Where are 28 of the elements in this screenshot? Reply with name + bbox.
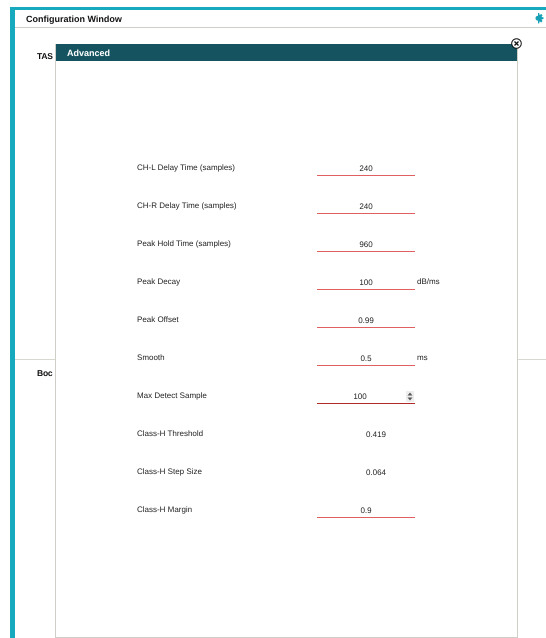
section-title: TAS	[37, 51, 53, 61]
input-field[interactable]: 100	[317, 276, 415, 290]
field-label: Class-H Step Size	[137, 466, 203, 476]
field-label: Peak Offset	[137, 314, 180, 324]
unit-label: dB/ms	[417, 276, 440, 286]
input-field[interactable]: 0.99	[317, 314, 415, 328]
field-label: Max Detect Sample	[137, 390, 208, 400]
field-label: CH-L Delay Time (samples)	[137, 162, 236, 172]
close-icon[interactable]	[511, 38, 522, 49]
window-title: Configuration Window	[26, 14, 122, 24]
input-field[interactable]: 0.5	[317, 352, 415, 366]
field-label: Peak Decay	[137, 276, 182, 286]
input-field[interactable]: 0.9	[317, 504, 415, 518]
unit-label: ms	[417, 352, 428, 362]
input-field[interactable]: 240	[317, 162, 415, 176]
field-label: CH-R Delay Time (samples)	[137, 200, 238, 210]
spinner-icon[interactable]	[406, 391, 414, 402]
input-field[interactable]: 960	[317, 238, 415, 252]
field-label: Smooth	[137, 352, 166, 362]
input-field[interactable]: 240	[317, 200, 415, 214]
number-field[interactable]: 100	[317, 390, 415, 404]
field-label: Class-H Threshold	[137, 428, 204, 438]
dialog-title: Advanced	[56, 44, 517, 61]
field-label: Class-H Margin	[137, 504, 194, 514]
section-title: Boc	[37, 368, 52, 378]
field-value: 0.419	[366, 430, 386, 439]
field-value: 0.064	[366, 468, 386, 477]
field-label: Peak Hold Time (samples)	[137, 238, 232, 248]
